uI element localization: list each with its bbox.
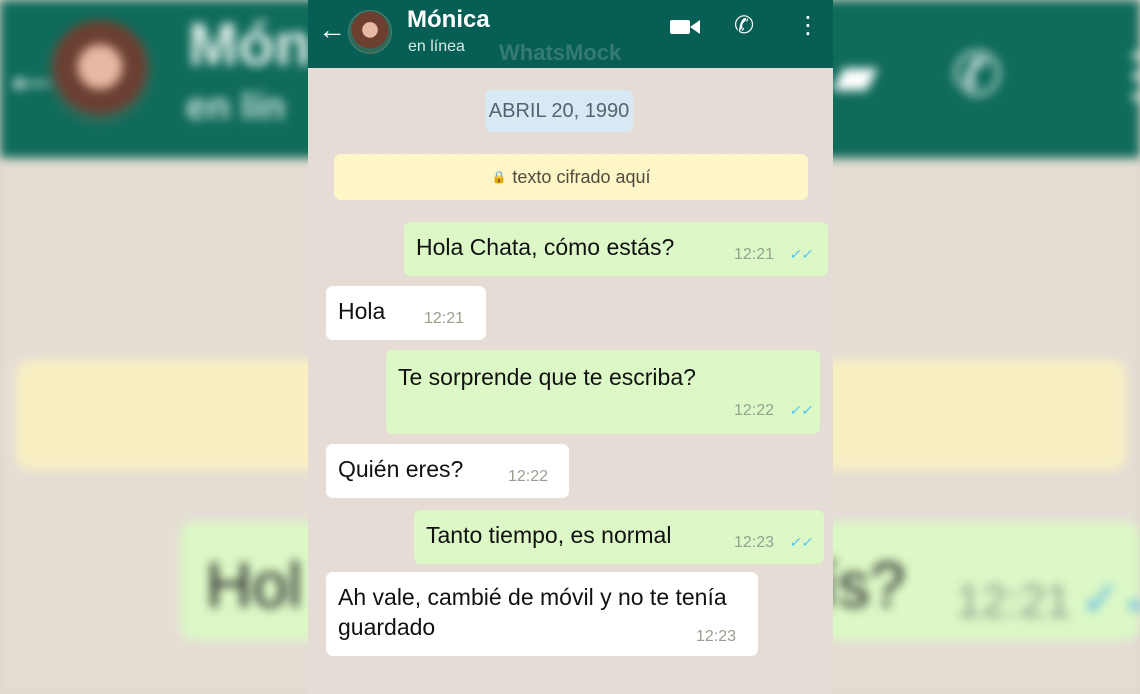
read-tick-icon: ✓✓ (788, 402, 815, 418)
incoming-message[interactable]: Quién eres? 12:22 (326, 444, 569, 498)
lock-icon: 🔒 (491, 170, 507, 184)
background-bubble-time: 12:21 (956, 575, 1072, 627)
message-text: Hola Chata, cómo estás? (416, 234, 675, 260)
background-avatar (48, 20, 152, 124)
outgoing-message[interactable]: Te sorprende que te escriba? 12:22 ✓✓ (386, 350, 820, 434)
message-time: 12:23 (696, 628, 737, 645)
contact-status: en línea (408, 38, 465, 55)
message-text: Ah vale, cambié de móvil y no te tenía g… (338, 584, 727, 640)
watermark: WhatsMock (499, 40, 622, 65)
video-camera-icon[interactable] (668, 14, 702, 38)
message-time: 12:21 (734, 246, 775, 263)
message-time: 12:23 (734, 534, 775, 551)
incoming-message[interactable]: Hola 12:21 (326, 286, 486, 340)
arrow-left-icon[interactable]: ← (318, 16, 346, 44)
chat-header: ← Mónica en línea WhatsMock ✆ ⋮ (308, 0, 833, 68)
chat-screen: ← Mónica en línea WhatsMock ✆ ⋮ ABRIL 20… (308, 0, 833, 694)
read-tick-icon: ✓✓ (788, 534, 815, 550)
background-status: en lín (186, 86, 286, 128)
message-time: 12:22 (734, 402, 775, 419)
outgoing-message[interactable]: Tanto tiempo, es normal 12:23 ✓✓ (414, 510, 824, 564)
message-list: ABRIL 20, 1990 🔒 texto cifrado aquí Hola… (308, 68, 833, 694)
message-time: 12:22 (508, 468, 549, 485)
message-text: Hola (338, 298, 386, 324)
background-read-tick-icon: ✓✓ (1080, 571, 1140, 627)
phone-icon[interactable]: ✆ (734, 14, 754, 38)
read-tick-icon: ✓✓ (788, 246, 815, 262)
message-time: 12:21 (424, 310, 465, 327)
message-text: Te sorprende que te escriba? (398, 364, 696, 390)
background-phone-icon: ✆ (952, 41, 1003, 108)
date-chip: ABRIL 20, 1990 (485, 90, 633, 132)
message-text: Quién eres? (338, 456, 464, 482)
background-more-vertical-icon: ⋮ (1106, 41, 1140, 108)
avatar[interactable] (348, 10, 392, 54)
contact-name[interactable]: Mónica (407, 6, 490, 34)
background-video-camera-icon: ▰ (832, 41, 879, 108)
more-vertical-icon[interactable]: ⋮ (796, 14, 820, 38)
message-text: Tanto tiempo, es normal (426, 522, 672, 548)
encryption-notice-text: texto cifrado aquí (512, 166, 651, 187)
incoming-message[interactable]: Ah vale, cambié de móvil y no te tenía g… (326, 572, 758, 656)
encryption-notice: 🔒 texto cifrado aquí (334, 154, 808, 200)
background-contact-name: Món (188, 11, 312, 78)
background-bubble-text: Hol (206, 549, 303, 621)
outgoing-message[interactable]: Hola Chata, cómo estás? 12:21 ✓✓ (404, 222, 828, 276)
